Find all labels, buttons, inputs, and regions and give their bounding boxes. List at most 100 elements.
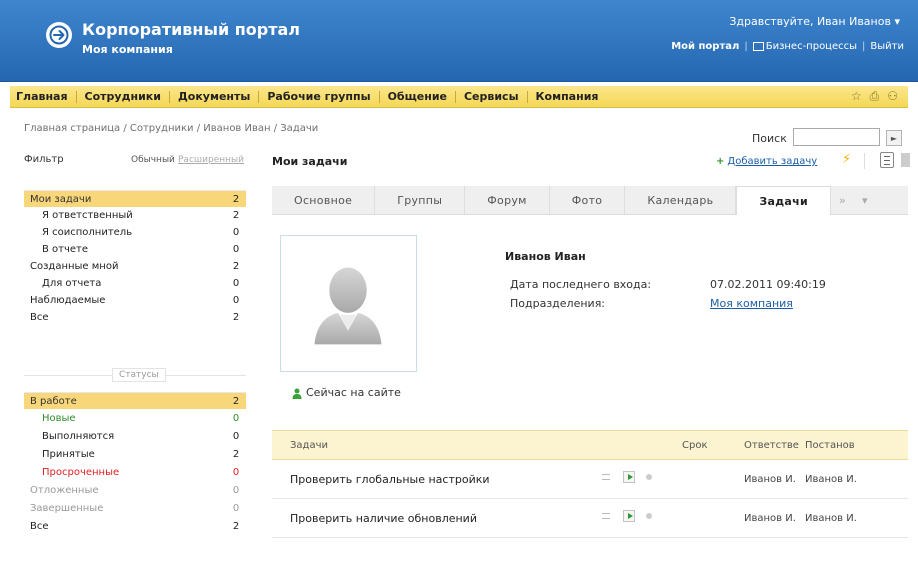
menu-item-workgroups[interactable]: Рабочие группы xyxy=(259,90,380,103)
task-start-icon[interactable] xyxy=(623,510,635,522)
task-menu-icon[interactable] xyxy=(602,474,610,480)
filter-item-label: Выполняются xyxy=(42,431,115,442)
tab-groups[interactable]: Группы xyxy=(375,186,466,214)
avatar xyxy=(280,235,417,372)
tab-forum[interactable]: Форум xyxy=(465,186,550,214)
portal-header: Корпоративный портал Моя компания Здравс… xyxy=(0,0,918,82)
filter-item-count: 0 xyxy=(232,278,240,289)
filter-status-new[interactable]: Новые 0 xyxy=(24,410,246,427)
filter-role-watched[interactable]: Наблюдаемые 0 xyxy=(24,292,246,309)
filter-status-all[interactable]: Все 2 xyxy=(24,518,246,535)
task-creator[interactable]: Иванов И. xyxy=(805,474,857,485)
last-login-label: Дата последнего входа: xyxy=(510,278,652,291)
filter-header: Фильтр Обычный Расширенный xyxy=(24,150,244,174)
list-view-icon[interactable] xyxy=(880,152,894,168)
menu-item-company[interactable]: Компания xyxy=(528,90,607,103)
company-name: Моя компания xyxy=(82,43,173,56)
statuses-title: Статусы xyxy=(112,368,166,382)
tab-calendar[interactable]: Календарь xyxy=(625,186,737,214)
search-input[interactable] xyxy=(793,128,880,146)
col-deadline[interactable]: Срок xyxy=(682,440,708,451)
col-creator[interactable]: Постанов xyxy=(805,440,855,451)
divider xyxy=(864,153,865,169)
filter-status-completed[interactable]: Завершенные 0 xyxy=(24,500,246,517)
lightning-icon[interactable]: ⚡ xyxy=(842,152,851,167)
plus-icon: + xyxy=(716,156,725,167)
filter-role-for-report[interactable]: Для отчета 0 xyxy=(24,275,246,292)
col-responsible[interactable]: Ответстве xyxy=(744,440,799,451)
filter-item-count: 2 xyxy=(232,210,240,221)
filter-role-all[interactable]: Все 2 xyxy=(24,309,246,326)
add-task-button[interactable]: + Добавить задачу xyxy=(716,156,817,167)
filter-role-responsible[interactable]: Я ответственный 2 xyxy=(24,207,246,224)
task-priority-icon[interactable] xyxy=(646,474,652,480)
business-processes-label: Бизнес-процессы xyxy=(765,41,858,52)
tab-photo[interactable]: Фото xyxy=(550,186,626,214)
chevron-down-icon[interactable]: ▾ xyxy=(894,15,900,28)
filter-role-created-by-me[interactable]: Созданные мной 2 xyxy=(24,258,246,275)
tabs-menu-icon[interactable]: ▾ xyxy=(854,186,876,214)
task-responsible[interactable]: Иванов И. xyxy=(744,513,796,524)
user-greeting[interactable]: Здравствуйте, Иван Иванов ▾ xyxy=(729,15,900,28)
table-row: Проверить глобальные настройки Иванов И.… xyxy=(272,461,908,499)
table-row: Проверить наличие обновлений Иванов И. И… xyxy=(272,500,908,538)
task-start-icon[interactable] xyxy=(623,471,635,483)
users-icon[interactable]: ⚇ xyxy=(887,89,898,104)
top-menu: Главная Сотрудники Документы Рабочие гру… xyxy=(10,86,908,108)
filter-role-coexecutor[interactable]: Я соисполнитель 0 xyxy=(24,224,246,241)
portal-logo-icon[interactable] xyxy=(46,22,72,48)
separator: | xyxy=(744,41,748,52)
business-processes-link[interactable]: Бизнес-процессы xyxy=(752,41,858,52)
col-task[interactable]: Задачи xyxy=(290,440,328,451)
filter-status-executing[interactable]: Выполняются 0 xyxy=(24,428,246,445)
tab-main[interactable]: Основное xyxy=(272,186,376,214)
tasks-table-header: Задачи Срок Ответстве Постанов xyxy=(272,430,908,460)
filter-item-label: Завершенные xyxy=(30,503,104,514)
filter-item-label: Я ответственный xyxy=(42,210,133,221)
search-button[interactable]: ► xyxy=(886,130,902,146)
task-name-link[interactable]: Проверить глобальные настройки xyxy=(290,473,490,486)
task-menu-icon[interactable] xyxy=(602,513,610,519)
filter-mode-extended[interactable]: Расширенный xyxy=(178,155,244,165)
department-link[interactable]: Моя компания xyxy=(710,297,793,310)
star-icon[interactable]: ☆ xyxy=(851,89,862,104)
filter-item-count: 0 xyxy=(232,485,240,496)
menu-item-services[interactable]: Сервисы xyxy=(456,90,528,103)
filter-role-in-report[interactable]: В отчете 0 xyxy=(24,241,246,258)
filter-status-deferred[interactable]: Отложенные 0 xyxy=(24,482,246,499)
menu-item-communication[interactable]: Общение xyxy=(380,90,456,103)
filter-item-label: Новые xyxy=(42,413,76,424)
filter-item-count: 0 xyxy=(232,295,240,306)
departments-label: Подразделения: xyxy=(510,297,606,310)
search-label: Поиск xyxy=(752,132,787,145)
tab-tasks[interactable]: Задачи xyxy=(736,186,831,215)
grid-view-icon[interactable] xyxy=(901,153,910,167)
filter-item-label: В работе xyxy=(30,395,77,407)
user-greeting-text: Здравствуйте, Иван Иванов xyxy=(729,15,891,28)
task-responsible[interactable]: Иванов И. xyxy=(744,474,796,485)
filter-role-my-tasks[interactable]: Мои задачи 2 xyxy=(24,190,246,207)
menu-item-home[interactable]: Главная xyxy=(10,90,77,103)
menu-item-employees[interactable]: Сотрудники xyxy=(77,90,170,103)
portal-title[interactable]: Корпоративный портал xyxy=(82,20,300,39)
filter-mode-normal[interactable]: Обычный xyxy=(131,155,175,165)
menu-item-documents[interactable]: Документы xyxy=(170,90,260,103)
filter-status-accepted[interactable]: Принятые 2 xyxy=(24,446,246,463)
logout-link[interactable]: Выйти xyxy=(870,41,904,52)
task-priority-icon[interactable] xyxy=(646,513,652,519)
task-creator[interactable]: Иванов И. xyxy=(805,513,857,524)
filter-status-in-progress[interactable]: В работе 2 xyxy=(24,392,246,409)
user-name: Иванов Иван xyxy=(505,250,586,263)
filter-item-label: Все xyxy=(30,312,49,323)
filter-item-count: 2 xyxy=(232,521,240,532)
my-portal-link[interactable]: Мой портал xyxy=(671,41,739,52)
tabs-more-icon[interactable]: » xyxy=(831,186,854,214)
filter-item-label: Для отчета xyxy=(42,278,102,289)
task-name-link[interactable]: Проверить наличие обновлений xyxy=(290,512,477,525)
filter-status-overdue[interactable]: Просроченные 0 xyxy=(24,464,246,481)
filter-item-count: 2 xyxy=(232,261,240,272)
print-icon[interactable]: ⎙ xyxy=(870,89,880,104)
filter-item-label: В отчете xyxy=(42,244,89,255)
separator: | xyxy=(862,41,866,52)
breadcrumb[interactable]: Главная страница / Сотрудники / Иванов И… xyxy=(24,123,318,134)
